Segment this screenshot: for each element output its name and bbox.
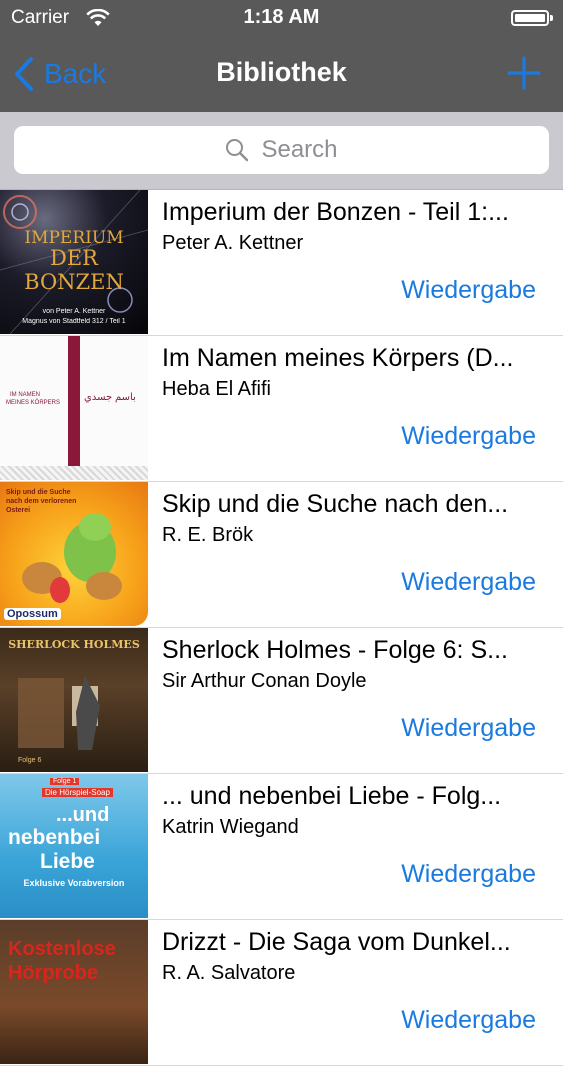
battery-icon bbox=[511, 10, 553, 26]
play-button[interactable]: Wiedergabe bbox=[401, 568, 536, 597]
book-cover: Folge 1 Die Hörspiel-Soap ...und nebenbe… bbox=[0, 774, 148, 918]
book-title: Im Namen meines Körpers (D... bbox=[162, 344, 514, 372]
search-placeholder: Search bbox=[261, 136, 338, 163]
search-bar: Search bbox=[0, 112, 563, 190]
play-button[interactable]: Wiedergabe bbox=[401, 860, 536, 889]
book-title: Drizzt - Die Saga vom Dunkel... bbox=[162, 928, 511, 956]
page-title: Bibliothek bbox=[216, 57, 347, 87]
cover-title-line-1: IM NAMEN bbox=[10, 392, 40, 398]
status-bar: Carrier 1:18 AM bbox=[0, 0, 563, 38]
cover-title-line-2: DER bbox=[50, 246, 98, 270]
book-cover: Kostenlose Hörprobe bbox=[0, 920, 148, 1064]
cover-title-line-2: MEINES KÖRPERS bbox=[6, 400, 61, 406]
book-row[interactable]: IMPERIUM DER BONZEN von Peter A. Kettner… bbox=[0, 190, 563, 336]
cover-badge-line-2: Hörprobe bbox=[8, 962, 98, 984]
cover-tagline: Exklusive Vorabversion bbox=[23, 878, 125, 888]
publisher-logo: Opossum bbox=[4, 608, 61, 620]
book-cover: IM NAMEN MEINES KÖRPERS باسم جسدي bbox=[0, 336, 148, 480]
cover-title-line-2: nebenbei bbox=[8, 826, 101, 849]
book-row[interactable]: IM NAMEN MEINES KÖRPERS باسم جسدي Im Nam… bbox=[0, 336, 563, 482]
book-cover: Skip und die Suche nach dem verlorenen O… bbox=[0, 482, 148, 626]
cover-title: Skip und die Suche nach dem verlorenen O… bbox=[6, 489, 77, 514]
cover-episode: Folge 6 bbox=[18, 757, 42, 764]
book-row[interactable]: Skip und die Suche nach dem verlorenen O… bbox=[0, 482, 563, 628]
search-input[interactable]: Search bbox=[14, 126, 549, 174]
book-title: Sherlock Holmes - Folge 6: S... bbox=[162, 636, 508, 664]
play-button[interactable]: Wiedergabe bbox=[401, 422, 536, 451]
cover-arabic-title: باسم جسدي bbox=[84, 392, 136, 403]
book-cover: IMPERIUM DER BONZEN von Peter A. Kettner… bbox=[0, 190, 148, 334]
cover-series-title: SHERLOCK HOLMES bbox=[8, 638, 140, 651]
search-icon bbox=[226, 139, 249, 162]
book-author: Peter A. Kettner bbox=[162, 232, 304, 254]
cover-badge-line-1: Kostenlose bbox=[8, 938, 116, 960]
cover-subtitle: Magnus von Stadtfeld 312 / Teil 1 bbox=[22, 318, 126, 325]
book-author: R. E. Brök bbox=[162, 524, 254, 546]
play-button[interactable]: Wiedergabe bbox=[401, 1006, 536, 1035]
book-author: R. A. Salvatore bbox=[162, 962, 296, 984]
cover-series: Die Hörspiel-Soap bbox=[42, 788, 113, 797]
cover-author: von Peter A. Kettner bbox=[42, 308, 106, 315]
cover-episode: Folge 1 bbox=[50, 778, 80, 785]
book-title: Skip und die Suche nach den... bbox=[162, 490, 509, 518]
book-row[interactable]: Folge 1 Die Hörspiel-Soap ...und nebenbe… bbox=[0, 774, 563, 920]
book-cover: SHERLOCK HOLMES Folge 6 bbox=[0, 628, 148, 772]
add-icon[interactable] bbox=[507, 56, 541, 90]
top-bar: Carrier 1:18 AM Back Bibliothek bbox=[0, 0, 563, 112]
cover-title-line-1: IMPERIUM bbox=[24, 228, 124, 248]
book-title: Imperium der Bonzen - Teil 1:... bbox=[162, 198, 509, 226]
play-button[interactable]: Wiedergabe bbox=[401, 714, 536, 743]
book-author: Sir Arthur Conan Doyle bbox=[162, 670, 367, 692]
book-author: Heba El Afifi bbox=[162, 378, 271, 400]
cover-title-line-1: ...und bbox=[56, 804, 110, 826]
clock: 1:18 AM bbox=[243, 6, 320, 28]
book-author: Katrin Wiegand bbox=[162, 816, 299, 838]
book-row[interactable]: Kostenlose Hörprobe Drizzt - Die Saga vo… bbox=[0, 920, 563, 1066]
book-row[interactable]: SHERLOCK HOLMES Folge 6 Sherlock Holmes … bbox=[0, 628, 563, 774]
play-button[interactable]: Wiedergabe bbox=[401, 276, 536, 305]
book-title: ... und nebenbei Liebe - Folg... bbox=[162, 782, 502, 810]
cover-title-line-3: BONZEN bbox=[24, 270, 124, 294]
cover-title-line-3: Liebe bbox=[40, 850, 95, 873]
navigation-bar: Back Bibliothek bbox=[0, 38, 563, 112]
book-list: IMPERIUM DER BONZEN von Peter A. Kettner… bbox=[0, 190, 563, 1066]
